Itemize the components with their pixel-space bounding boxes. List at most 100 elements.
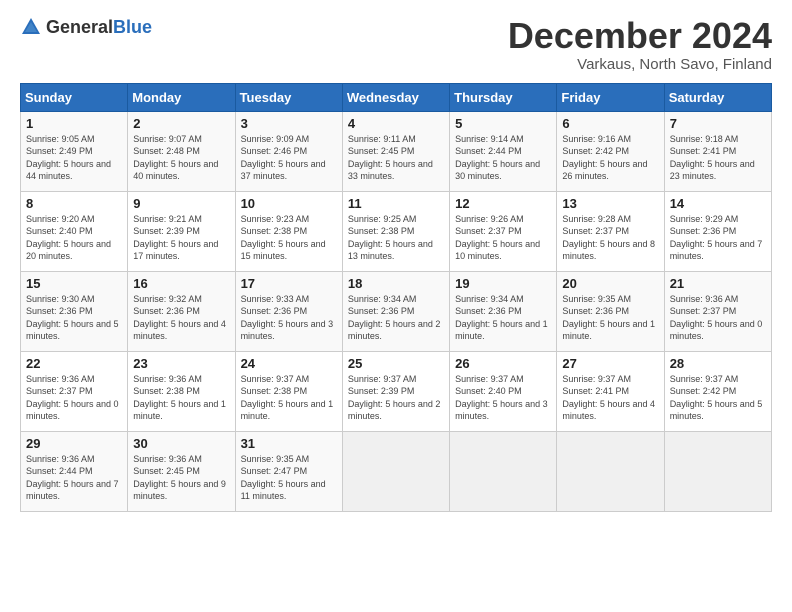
day-number: 4 <box>348 116 444 131</box>
weekday-header-tuesday: Tuesday <box>235 83 342 111</box>
calendar-cell: 2 Sunrise: 9:07 AM Sunset: 2:48 PM Dayli… <box>128 111 235 191</box>
day-info: Sunrise: 9:07 AM Sunset: 2:48 PM Dayligh… <box>133 134 218 182</box>
day-info: Sunrise: 9:36 AM Sunset: 2:44 PM Dayligh… <box>26 454 119 502</box>
calendar-cell: 13 Sunrise: 9:28 AM Sunset: 2:37 PM Dayl… <box>557 191 664 271</box>
day-number: 3 <box>241 116 337 131</box>
calendar-cell: 19 Sunrise: 9:34 AM Sunset: 2:36 PM Dayl… <box>450 271 557 351</box>
day-info: Sunrise: 9:37 AM Sunset: 2:38 PM Dayligh… <box>241 374 334 422</box>
day-number: 21 <box>670 276 766 291</box>
day-info: Sunrise: 9:37 AM Sunset: 2:41 PM Dayligh… <box>562 374 655 422</box>
logo: GeneralBlue <box>20 16 152 38</box>
day-number: 22 <box>26 356 122 371</box>
day-info: Sunrise: 9:20 AM Sunset: 2:40 PM Dayligh… <box>26 214 111 262</box>
calendar-cell: 21 Sunrise: 9:36 AM Sunset: 2:37 PM Dayl… <box>664 271 771 351</box>
day-number: 8 <box>26 196 122 211</box>
weekday-header-row: SundayMondayTuesdayWednesdayThursdayFrid… <box>21 83 772 111</box>
day-info: Sunrise: 9:36 AM Sunset: 2:38 PM Dayligh… <box>133 374 226 422</box>
day-info: Sunrise: 9:18 AM Sunset: 2:41 PM Dayligh… <box>670 134 755 182</box>
day-number: 27 <box>562 356 658 371</box>
day-info: Sunrise: 9:36 AM Sunset: 2:45 PM Dayligh… <box>133 454 226 502</box>
calendar-week-row: 8 Sunrise: 9:20 AM Sunset: 2:40 PM Dayli… <box>21 191 772 271</box>
day-number: 9 <box>133 196 229 211</box>
calendar-cell: 16 Sunrise: 9:32 AM Sunset: 2:36 PM Dayl… <box>128 271 235 351</box>
day-info: Sunrise: 9:36 AM Sunset: 2:37 PM Dayligh… <box>670 294 763 342</box>
day-number: 7 <box>670 116 766 131</box>
calendar-cell: 22 Sunrise: 9:36 AM Sunset: 2:37 PM Dayl… <box>21 351 128 431</box>
calendar-cell: 5 Sunrise: 9:14 AM Sunset: 2:44 PM Dayli… <box>450 111 557 191</box>
calendar-cell <box>664 431 771 511</box>
day-number: 31 <box>241 436 337 451</box>
day-number: 18 <box>348 276 444 291</box>
day-number: 23 <box>133 356 229 371</box>
day-info: Sunrise: 9:33 AM Sunset: 2:36 PM Dayligh… <box>241 294 334 342</box>
day-number: 25 <box>348 356 444 371</box>
day-info: Sunrise: 9:34 AM Sunset: 2:36 PM Dayligh… <box>455 294 548 342</box>
day-number: 19 <box>455 276 551 291</box>
day-info: Sunrise: 9:37 AM Sunset: 2:42 PM Dayligh… <box>670 374 763 422</box>
calendar-cell: 29 Sunrise: 9:36 AM Sunset: 2:44 PM Dayl… <box>21 431 128 511</box>
weekday-header-wednesday: Wednesday <box>342 83 449 111</box>
day-info: Sunrise: 9:25 AM Sunset: 2:38 PM Dayligh… <box>348 214 433 262</box>
calendar-cell: 12 Sunrise: 9:26 AM Sunset: 2:37 PM Dayl… <box>450 191 557 271</box>
calendar-header: SundayMondayTuesdayWednesdayThursdayFrid… <box>21 83 772 111</box>
day-info: Sunrise: 9:05 AM Sunset: 2:49 PM Dayligh… <box>26 134 111 182</box>
calendar-cell: 17 Sunrise: 9:33 AM Sunset: 2:36 PM Dayl… <box>235 271 342 351</box>
weekday-header-monday: Monday <box>128 83 235 111</box>
calendar-cell: 1 Sunrise: 9:05 AM Sunset: 2:49 PM Dayli… <box>21 111 128 191</box>
day-info: Sunrise: 9:28 AM Sunset: 2:37 PM Dayligh… <box>562 214 655 262</box>
calendar-week-row: 22 Sunrise: 9:36 AM Sunset: 2:37 PM Dayl… <box>21 351 772 431</box>
title-area: December 2024 Varkaus, North Savo, Finla… <box>508 16 772 73</box>
day-info: Sunrise: 9:09 AM Sunset: 2:46 PM Dayligh… <box>241 134 326 182</box>
day-info: Sunrise: 9:37 AM Sunset: 2:39 PM Dayligh… <box>348 374 441 422</box>
calendar-cell: 10 Sunrise: 9:23 AM Sunset: 2:38 PM Dayl… <box>235 191 342 271</box>
day-number: 10 <box>241 196 337 211</box>
day-number: 5 <box>455 116 551 131</box>
day-number: 29 <box>26 436 122 451</box>
calendar-cell <box>450 431 557 511</box>
calendar-title: December 2024 <box>508 16 772 56</box>
weekday-header-thursday: Thursday <box>450 83 557 111</box>
day-info: Sunrise: 9:30 AM Sunset: 2:36 PM Dayligh… <box>26 294 119 342</box>
day-info: Sunrise: 9:35 AM Sunset: 2:36 PM Dayligh… <box>562 294 655 342</box>
calendar-week-row: 29 Sunrise: 9:36 AM Sunset: 2:44 PM Dayl… <box>21 431 772 511</box>
weekday-header-friday: Friday <box>557 83 664 111</box>
calendar-cell: 18 Sunrise: 9:34 AM Sunset: 2:36 PM Dayl… <box>342 271 449 351</box>
day-number: 26 <box>455 356 551 371</box>
calendar-cell: 9 Sunrise: 9:21 AM Sunset: 2:39 PM Dayli… <box>128 191 235 271</box>
logo-icon <box>20 16 42 38</box>
day-number: 28 <box>670 356 766 371</box>
calendar-cell: 23 Sunrise: 9:36 AM Sunset: 2:38 PM Dayl… <box>128 351 235 431</box>
calendar-subtitle: Varkaus, North Savo, Finland <box>508 56 772 73</box>
logo-general: GeneralBlue <box>46 17 152 38</box>
day-number: 14 <box>670 196 766 211</box>
day-number: 6 <box>562 116 658 131</box>
calendar-cell <box>557 431 664 511</box>
day-number: 2 <box>133 116 229 131</box>
calendar-cell: 26 Sunrise: 9:37 AM Sunset: 2:40 PM Dayl… <box>450 351 557 431</box>
calendar-week-row: 1 Sunrise: 9:05 AM Sunset: 2:49 PM Dayli… <box>21 111 772 191</box>
calendar-cell: 15 Sunrise: 9:30 AM Sunset: 2:36 PM Dayl… <box>21 271 128 351</box>
day-info: Sunrise: 9:11 AM Sunset: 2:45 PM Dayligh… <box>348 134 433 182</box>
calendar-cell <box>342 431 449 511</box>
calendar-cell: 14 Sunrise: 9:29 AM Sunset: 2:36 PM Dayl… <box>664 191 771 271</box>
weekday-header-saturday: Saturday <box>664 83 771 111</box>
day-number: 17 <box>241 276 337 291</box>
day-info: Sunrise: 9:35 AM Sunset: 2:47 PM Dayligh… <box>241 454 326 502</box>
day-number: 30 <box>133 436 229 451</box>
day-number: 13 <box>562 196 658 211</box>
calendar-cell: 27 Sunrise: 9:37 AM Sunset: 2:41 PM Dayl… <box>557 351 664 431</box>
calendar-cell: 28 Sunrise: 9:37 AM Sunset: 2:42 PM Dayl… <box>664 351 771 431</box>
calendar-week-row: 15 Sunrise: 9:30 AM Sunset: 2:36 PM Dayl… <box>21 271 772 351</box>
calendar-cell: 20 Sunrise: 9:35 AM Sunset: 2:36 PM Dayl… <box>557 271 664 351</box>
calendar-body: 1 Sunrise: 9:05 AM Sunset: 2:49 PM Dayli… <box>21 111 772 511</box>
weekday-header-sunday: Sunday <box>21 83 128 111</box>
calendar-cell: 6 Sunrise: 9:16 AM Sunset: 2:42 PM Dayli… <box>557 111 664 191</box>
day-number: 24 <box>241 356 337 371</box>
day-number: 11 <box>348 196 444 211</box>
day-info: Sunrise: 9:16 AM Sunset: 2:42 PM Dayligh… <box>562 134 647 182</box>
calendar-cell: 30 Sunrise: 9:36 AM Sunset: 2:45 PM Dayl… <box>128 431 235 511</box>
calendar-cell: 4 Sunrise: 9:11 AM Sunset: 2:45 PM Dayli… <box>342 111 449 191</box>
day-info: Sunrise: 9:23 AM Sunset: 2:38 PM Dayligh… <box>241 214 326 262</box>
calendar-cell: 7 Sunrise: 9:18 AM Sunset: 2:41 PM Dayli… <box>664 111 771 191</box>
calendar-cell: 31 Sunrise: 9:35 AM Sunset: 2:47 PM Dayl… <box>235 431 342 511</box>
